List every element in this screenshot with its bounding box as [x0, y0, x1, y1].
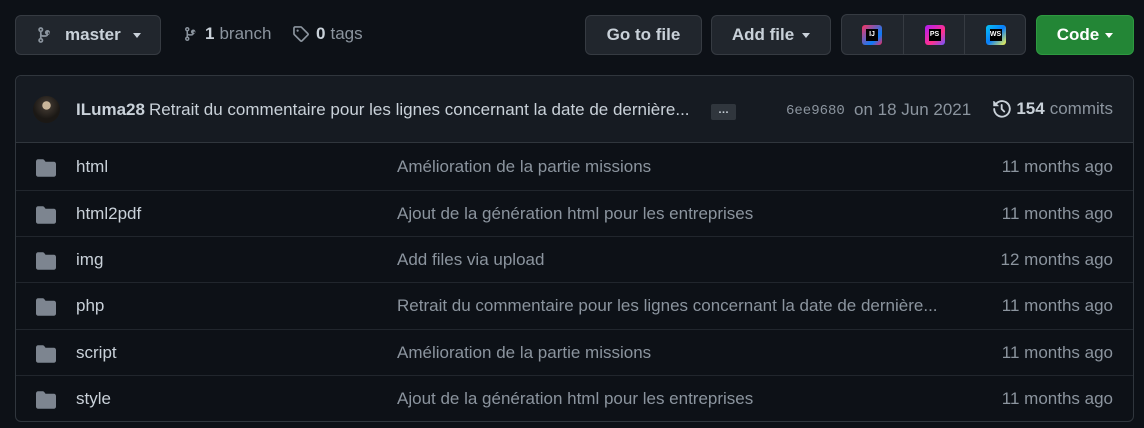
file-name[interactable]: html2pdf: [76, 204, 141, 224]
file-name[interactable]: html: [76, 157, 108, 177]
file-name[interactable]: style: [76, 389, 111, 409]
folder-icon: [36, 345, 56, 363]
branch-count: 1: [205, 24, 215, 43]
commit-label: commits: [1049, 99, 1113, 118]
file-browser-panel: ILuma28 Retrait du commentaire pour les …: [15, 75, 1134, 422]
chevron-down-icon: [802, 32, 811, 38]
folder-icon: [36, 206, 56, 224]
file-commit-message[interactable]: Ajout de la génération html pour les ent…: [397, 204, 753, 224]
file-commit-age: 11 months ago: [1001, 296, 1113, 315]
history-icon: [993, 100, 1012, 118]
file-commit-age: 11 months ago: [1001, 389, 1113, 408]
folder-icon: [36, 298, 56, 316]
branch-select-button[interactable]: master: [15, 15, 161, 55]
file-commit-age: 11 months ago: [1001, 157, 1113, 176]
webstorm-icon: WS: [985, 24, 1006, 45]
file-name[interactable]: img: [76, 250, 103, 270]
file-name[interactable]: script: [76, 343, 117, 363]
file-commit-age: 11 months ago: [1001, 343, 1113, 362]
add-file-label: Add file: [731, 25, 795, 44]
folder-icon: [36, 252, 56, 270]
commit-message[interactable]: Retrait du commentaire pour les lignes c…: [149, 100, 690, 120]
commit-author[interactable]: ILuma28: [76, 100, 145, 120]
file-row-script[interactable]: script Amélioration de la partie mission…: [16, 329, 1133, 375]
chevron-down-icon: [1105, 32, 1114, 38]
file-commit-age: 11 months ago: [1001, 204, 1113, 223]
commit-date: on 18 Jun 2021: [854, 100, 972, 119]
latest-commit-bar: ILuma28 Retrait du commentaire pour les …: [16, 76, 1133, 143]
file-commit-message[interactable]: Amélioration de la partie missions: [397, 157, 651, 177]
file-name[interactable]: php: [76, 296, 104, 316]
tags-link[interactable]: 0 tags: [292, 24, 363, 44]
open-in-webstorm-button[interactable]: WS: [964, 14, 1026, 55]
file-commit-message[interactable]: Ajout de la génération html pour les ent…: [397, 389, 753, 409]
chevron-down-icon: [132, 32, 141, 38]
code-button[interactable]: Code: [1036, 15, 1134, 55]
tag-count: 0: [316, 24, 326, 43]
branch-label: branch: [219, 24, 272, 43]
file-commit-age: 12 months ago: [1000, 250, 1113, 269]
file-commit-message[interactable]: Amélioration de la partie missions: [397, 343, 651, 363]
avatar[interactable]: [33, 96, 60, 123]
file-commit-message[interactable]: Add files via upload: [397, 250, 544, 270]
file-row-style[interactable]: style Ajout de la génération html pour l…: [16, 375, 1133, 421]
commit-count: 154: [1016, 99, 1045, 118]
commit-sha[interactable]: 6ee9680: [786, 103, 845, 119]
file-commit-message[interactable]: Retrait du commentaire pour les lignes c…: [397, 296, 938, 316]
branch-icon: [185, 26, 196, 42]
folder-icon: [36, 159, 56, 177]
tag-icon: [293, 26, 309, 42]
intellij-icon: IJ: [862, 24, 882, 45]
tag-label: tags: [330, 24, 363, 43]
open-in-phpstorm-button[interactable]: PS: [903, 14, 965, 55]
file-row-img[interactable]: img Add files via upload 12 months ago: [16, 236, 1133, 282]
branch-icon: [38, 27, 50, 43]
folder-icon: [36, 391, 56, 409]
go-to-file-button[interactable]: Go to file: [585, 15, 702, 55]
add-file-button[interactable]: Add file: [711, 15, 831, 55]
file-row-php[interactable]: php Retrait du commentaire pour les lign…: [16, 282, 1133, 328]
commit-expand-button[interactable]: …: [711, 104, 736, 120]
commits-link[interactable]: 154 commits: [992, 99, 1113, 119]
file-row-html[interactable]: html Amélioration de la partie missions …: [16, 144, 1133, 190]
branch-name: master: [65, 25, 121, 44]
open-in-intellij-button[interactable]: IJ: [841, 14, 903, 55]
branches-link[interactable]: 1 branch: [183, 24, 271, 44]
phpstorm-icon: PS: [924, 24, 945, 45]
file-row-html2pdf[interactable]: html2pdf Ajout de la génération html pou…: [16, 190, 1133, 236]
code-label: Code: [1056, 25, 1100, 44]
